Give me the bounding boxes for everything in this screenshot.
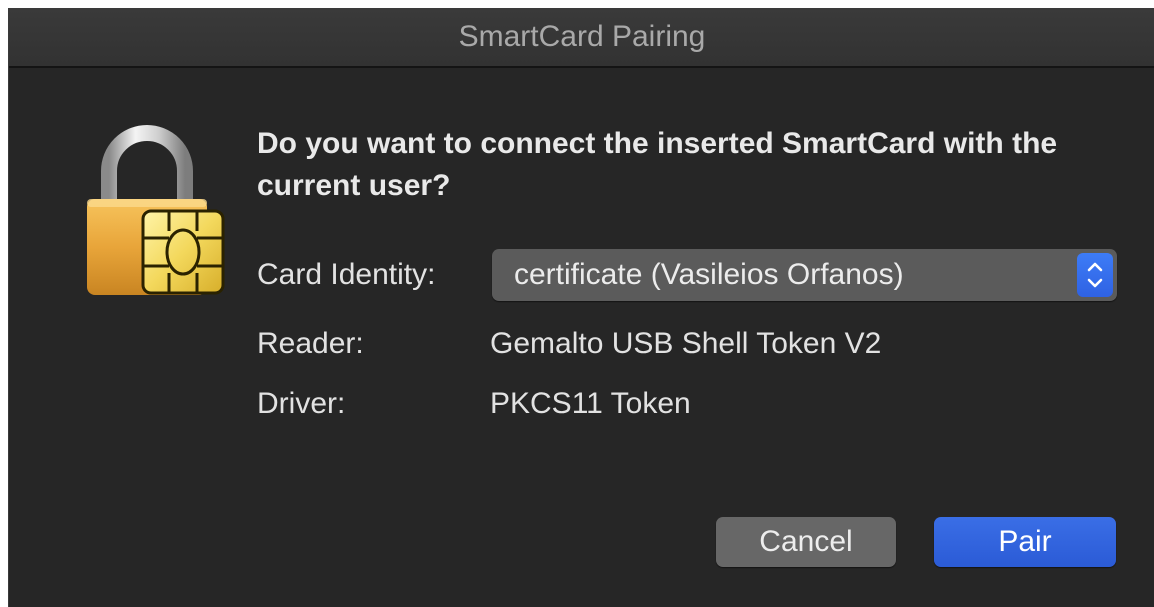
window-title: SmartCard Pairing	[458, 20, 706, 53]
smartcard-pairing-dialog: SmartCard Pairing Do you want to connect…	[8, 8, 1154, 607]
lock-smartcard-icon	[81, 121, 231, 301]
driver-value: PKCS11 Token	[490, 387, 691, 420]
card-identity-select[interactable]: certificate (Vasileios Orfanos)	[492, 249, 1117, 301]
reader-label: Reader:	[257, 327, 364, 360]
pairing-question: Do you want to connect the inserted Smar…	[257, 127, 1058, 202]
card-identity-label: Card Identity:	[257, 258, 436, 291]
title-bar[interactable]: SmartCard Pairing	[9, 8, 1154, 68]
card-identity-value: certificate (Vasileios Orfanos)	[514, 258, 904, 291]
up-down-chevron-icon[interactable]	[1077, 253, 1113, 297]
reader-value: Gemalto USB Shell Token V2	[490, 327, 882, 360]
driver-label: Driver:	[257, 387, 346, 420]
pair-button[interactable]: Pair	[934, 517, 1116, 567]
cancel-button[interactable]: Cancel	[716, 517, 896, 567]
